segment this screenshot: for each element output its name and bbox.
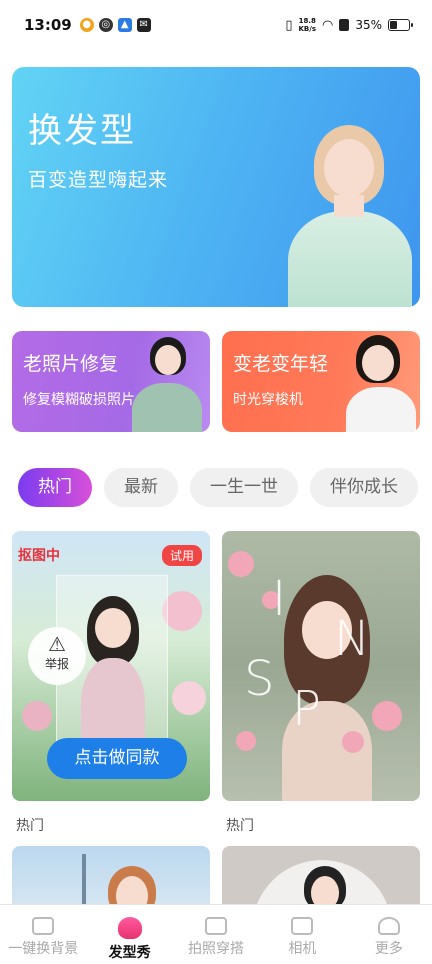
person-icon — [377, 917, 400, 935]
hero-title: 换发型 — [28, 111, 136, 151]
processing-badge: 抠图中 — [18, 548, 60, 564]
sim-icon — [339, 19, 350, 31]
old-photo-repair-card[interactable]: 老照片修复 修复模糊破损照片 — [12, 331, 210, 432]
battery-icon — [388, 19, 413, 31]
weibo-icon: ● — [79, 18, 94, 32]
tab-grow-with-you[interactable]: 伴你成长 — [310, 468, 418, 507]
hero-subtitle: 百变造型嗨起来 — [28, 169, 169, 191]
spring-model-photo — [272, 561, 382, 801]
template-card[interactable]: 抠图中 试用 ⚠ 举报 点击做同款 — [12, 531, 210, 801]
status-bar: 13:09 ● ◎ ▲ ✉ ▯ 18.8 KB/s ◠ 35% — [0, 0, 432, 50]
status-time: 13:09 — [24, 16, 72, 34]
decorative-letter: N — [334, 611, 370, 667]
outfit-icon — [205, 917, 228, 935]
age-change-card[interactable]: 变老变年轻 时光穿梭机 — [222, 331, 420, 432]
nav-label: 拍照穿搭 — [188, 941, 245, 957]
net-speed-unit: KB/s — [298, 25, 316, 33]
bottom-nav: 一键换背景 发型秀 拍照穿搭 相机 更多 — [0, 904, 432, 964]
message-icon: ✉ — [136, 18, 151, 32]
wifi-icon: ◠ — [321, 17, 334, 33]
upload-icon: ▲ — [117, 18, 132, 32]
nav-item-photo-outfit[interactable]: 拍照穿搭 — [173, 905, 259, 964]
decorative-letter: I — [272, 571, 287, 627]
hairstyle-hero-banner[interactable]: 换发型 百变造型嗨起来 — [12, 67, 420, 307]
make-same-button[interactable]: 点击做同款 — [47, 738, 187, 779]
warning-icon: ⚠ — [48, 632, 66, 656]
trial-badge: 试用 — [161, 545, 202, 566]
nav-item-change-background[interactable]: 一键换背景 — [0, 905, 86, 964]
net-speed-value: 18.8 — [298, 17, 316, 25]
nav-label: 更多 — [374, 941, 403, 957]
report-button[interactable]: ⚠ 举报 — [28, 627, 86, 685]
app-notification-icon: ◎ — [98, 18, 113, 32]
nav-label: 发型秀 — [108, 945, 151, 961]
age-change-model — [340, 331, 420, 432]
old-photo-title: 老照片修复 — [23, 353, 119, 375]
net-speed: 18.8 KB/s — [299, 17, 316, 33]
template-card[interactable]: I N S P — [222, 531, 420, 801]
template-caption: 热门 — [226, 818, 254, 834]
nav-item-more[interactable]: 更多 — [346, 905, 432, 964]
age-change-title: 变老变年轻 — [233, 353, 329, 375]
report-label: 举报 — [44, 657, 69, 671]
battery-percent: 35% — [355, 18, 382, 32]
nav-item-hairstyle-show[interactable]: 发型秀 — [86, 905, 172, 964]
camera-icon — [32, 917, 55, 935]
tab-latest[interactable]: 最新 — [104, 468, 178, 507]
nav-label: 一键换背景 — [8, 941, 79, 957]
nav-label: 相机 — [288, 941, 317, 957]
hairstyle-icon — [117, 917, 142, 939]
camera-icon — [291, 917, 314, 935]
tab-lifetime[interactable]: 一生一世 — [190, 468, 298, 507]
age-change-subtitle: 时光穿梭机 — [233, 392, 303, 408]
decorative-letter: P — [292, 681, 321, 737]
nav-item-camera[interactable]: 相机 — [259, 905, 345, 964]
template-caption: 热门 — [16, 818, 44, 834]
tab-hot[interactable]: 热门 — [18, 468, 92, 507]
old-photo-model — [122, 331, 210, 432]
old-photo-subtitle: 修复模糊破损照片 — [23, 392, 135, 408]
vibrate-icon: ▯ — [285, 17, 293, 33]
category-tabs: 热门 最新 一生一世 伴你成长 — [18, 468, 432, 507]
hero-model-photo — [274, 107, 420, 307]
decorative-letter: S — [244, 651, 275, 707]
